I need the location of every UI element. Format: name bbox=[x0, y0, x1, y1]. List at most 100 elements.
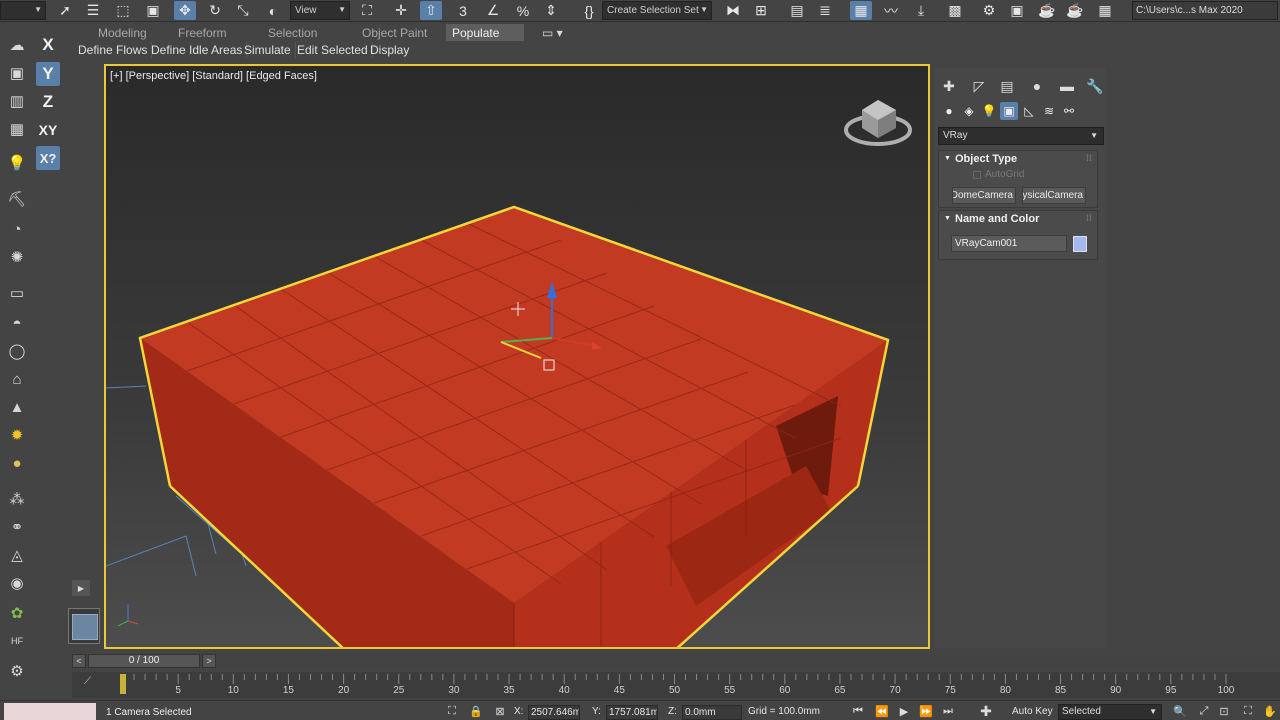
settings-icon[interactable]: ⚙ bbox=[5, 660, 29, 682]
pattern-icon[interactable]: ⁂ bbox=[5, 488, 29, 510]
dome-light-icon[interactable]: ⌂ bbox=[5, 368, 29, 390]
align-icon[interactable]: ⊞ bbox=[750, 1, 772, 20]
display-tab-icon[interactable]: ▬ bbox=[1056, 76, 1078, 96]
viewport-layout-icon[interactable]: ☁ bbox=[5, 34, 29, 56]
key-mode-dropdown[interactable]: Selected ▼ bbox=[1058, 704, 1162, 720]
autogrid-checkbox[interactable]: AutoGrid bbox=[939, 169, 1097, 185]
hemisphere-primitive-icon[interactable]: ◓ bbox=[5, 312, 29, 334]
render-setup-icon[interactable]: ⚙ bbox=[978, 1, 1000, 20]
render-activeshade-icon[interactable]: ☕ bbox=[1064, 1, 1086, 20]
modify-tab-icon[interactable]: ◸ bbox=[968, 76, 990, 96]
go-to-end-icon[interactable]: ⏭ bbox=[940, 704, 956, 719]
edit-selected-button[interactable]: Edit Selected bbox=[293, 42, 373, 58]
next-frame-icon[interactable]: ⏩ bbox=[918, 704, 934, 719]
go-to-start-icon[interactable]: ⏮ bbox=[850, 704, 866, 719]
motion-tab-icon[interactable]: ● bbox=[1026, 76, 1048, 96]
constrain-x-button[interactable]: X bbox=[36, 33, 60, 57]
absolute-mode-icon[interactable]: ⊠ bbox=[492, 704, 508, 719]
ribbon-options-icon[interactable]: ▭ ▾ bbox=[536, 24, 569, 41]
viewport-preview-button[interactable] bbox=[68, 608, 100, 644]
edit-named-selection-icon[interactable]: {} bbox=[578, 1, 600, 20]
vray-toolbar-icon[interactable]: ▦ bbox=[1094, 1, 1116, 20]
cone-primitive-icon[interactable]: ▲ bbox=[5, 396, 29, 418]
paint-icon[interactable]: ⛏ bbox=[5, 188, 29, 210]
axis-constraint-toggle-button[interactable]: X? bbox=[36, 146, 60, 170]
triangle-mesh-icon[interactable]: ◬ bbox=[5, 544, 29, 566]
checkbox[interactable] bbox=[973, 171, 981, 179]
field-of-view-icon[interactable]: ⛶ bbox=[1240, 704, 1256, 719]
pan-icon[interactable]: ✋ bbox=[1262, 704, 1278, 719]
plant-icon[interactable]: ✿ bbox=[5, 602, 29, 624]
grid-icon[interactable]: ▦ bbox=[5, 118, 29, 140]
expand-arrow-icon[interactable]: ▶ bbox=[72, 580, 90, 596]
tab-modeling[interactable]: Modeling bbox=[92, 24, 153, 41]
angle-snap-icon[interactable]: ∠ bbox=[482, 1, 504, 20]
create-tab-icon[interactable]: ✚ bbox=[938, 76, 960, 96]
select-manipulate-icon[interactable]: ✛ bbox=[390, 1, 412, 20]
isolate-selection-icon[interactable]: ⛶ bbox=[444, 704, 460, 719]
schematic-view-icon[interactable]: ⤓ bbox=[910, 1, 932, 20]
molecule-icon[interactable]: ⚭ bbox=[5, 516, 29, 538]
name-and-color-header[interactable]: ▼ Name and Color ⁞⁞ bbox=[939, 211, 1097, 229]
scale-icon[interactable]: ⤡ bbox=[232, 1, 254, 20]
helpers-icon[interactable]: ◺ bbox=[1020, 102, 1038, 120]
bug-icon[interactable]: ✺ bbox=[5, 246, 29, 268]
rotate-icon[interactable]: ↻ bbox=[204, 1, 226, 20]
object-name-field[interactable]: VRayCam001 bbox=[951, 235, 1068, 252]
sphere-primitive-icon[interactable]: ◯ bbox=[5, 340, 29, 362]
select-by-name-icon[interactable]: ☰ bbox=[82, 1, 104, 20]
move-icon[interactable]: ✥ bbox=[174, 1, 196, 20]
constrain-xy-button[interactable]: XY bbox=[36, 118, 60, 142]
time-slider[interactable]: < 0 / 100 > bbox=[72, 654, 1280, 668]
keyboard-shortcut-toggle-icon[interactable]: ⇧ bbox=[420, 1, 442, 20]
utilities-tab-icon[interactable]: 🔧 bbox=[1084, 76, 1106, 96]
pivot-center-icon[interactable]: ⛶ bbox=[356, 1, 378, 20]
next-frame-arrow-icon[interactable]: > bbox=[202, 654, 216, 668]
project-path[interactable]: C:\Users\c...s Max 2020 bbox=[1132, 1, 1278, 20]
rendered-frame-window-icon[interactable]: ▣ bbox=[1006, 1, 1028, 20]
tab-freeform[interactable]: Freeform bbox=[172, 24, 233, 41]
track-bar[interactable]: ⟋ 5 10 15 20 25 30 35 40 45 50 55 60 65 70 75 80 85 90 95 1… bbox=[72, 672, 1280, 698]
time-slider-thumb[interactable]: 0 / 100 bbox=[88, 654, 200, 668]
display-button[interactable]: Display bbox=[366, 42, 413, 58]
constrain-y-button[interactable]: Y bbox=[36, 62, 60, 86]
select-object-icon[interactable]: ➚ bbox=[54, 1, 76, 20]
spinner-snap-icon[interactable]: ⇕ bbox=[540, 1, 562, 20]
systems-icon[interactable]: ⚯ bbox=[1060, 102, 1078, 120]
perspective-viewport[interactable]: [+] [Perspective] [Standard] [Edged Face… bbox=[104, 64, 930, 649]
x-coordinate-field[interactable]: 2507.646m bbox=[528, 705, 580, 720]
percent-snap-icon[interactable]: % bbox=[512, 1, 534, 20]
define-flows-button[interactable]: Define Flows bbox=[74, 42, 153, 58]
document-icon[interactable]: ▥ bbox=[5, 90, 29, 112]
zoom-all-icon[interactable]: ⊡ bbox=[1216, 704, 1232, 719]
lights-icon[interactable]: 💡 bbox=[980, 102, 998, 120]
current-frame-marker[interactable] bbox=[120, 674, 126, 694]
named-selection-set-dropdown[interactable]: Create Selection Set ▼ bbox=[602, 1, 712, 20]
scene-explorer-icon[interactable]: ▤ bbox=[786, 1, 808, 20]
space-warps-icon[interactable]: ≋ bbox=[1040, 102, 1058, 120]
selection-lock-icon[interactable]: 🔒 bbox=[468, 704, 484, 719]
geometry-icon[interactable]: ● bbox=[940, 102, 958, 120]
light-bulb-icon[interactable]: 💡 bbox=[5, 152, 29, 174]
globe-icon[interactable]: ◉ bbox=[5, 572, 29, 594]
simulate-button[interactable]: Simulate bbox=[240, 42, 296, 58]
tab-object-paint[interactable]: Object Paint bbox=[356, 24, 433, 41]
auto-key-button[interactable]: Auto Key bbox=[1012, 706, 1053, 717]
previous-frame-icon[interactable]: ⏪ bbox=[874, 704, 890, 719]
toggle-ribbon-icon[interactable]: ▦ bbox=[850, 1, 872, 20]
tab-populate[interactable]: Populate bbox=[446, 24, 524, 41]
sun-icon[interactable]: ✹ bbox=[5, 424, 29, 446]
selection-filter-dropdown[interactable]: ▼ bbox=[0, 1, 46, 20]
tab-selection[interactable]: Selection bbox=[262, 24, 323, 41]
cameras-icon[interactable]: ▣ bbox=[1000, 102, 1018, 120]
renderer-category-dropdown[interactable]: VRay ▼ bbox=[938, 127, 1104, 145]
curve-editor-icon[interactable]: 〰 bbox=[880, 1, 902, 20]
mouse-icon[interactable]: ◔ bbox=[5, 218, 29, 240]
viewport-label[interactable]: [+] [Perspective] [Standard] [Edged Face… bbox=[110, 70, 317, 82]
vray-physical-camera-button[interactable]: VRayPhysicalCamera bbox=[1022, 187, 1086, 204]
render-production-icon[interactable]: ☕ bbox=[1036, 1, 1058, 20]
hf-icon[interactable]: HF bbox=[5, 630, 29, 652]
previous-frame-arrow-icon[interactable]: < bbox=[72, 654, 86, 668]
material-editor-icon[interactable]: ▩ bbox=[944, 1, 966, 20]
layer-explorer-icon[interactable]: ≣ bbox=[814, 1, 836, 20]
